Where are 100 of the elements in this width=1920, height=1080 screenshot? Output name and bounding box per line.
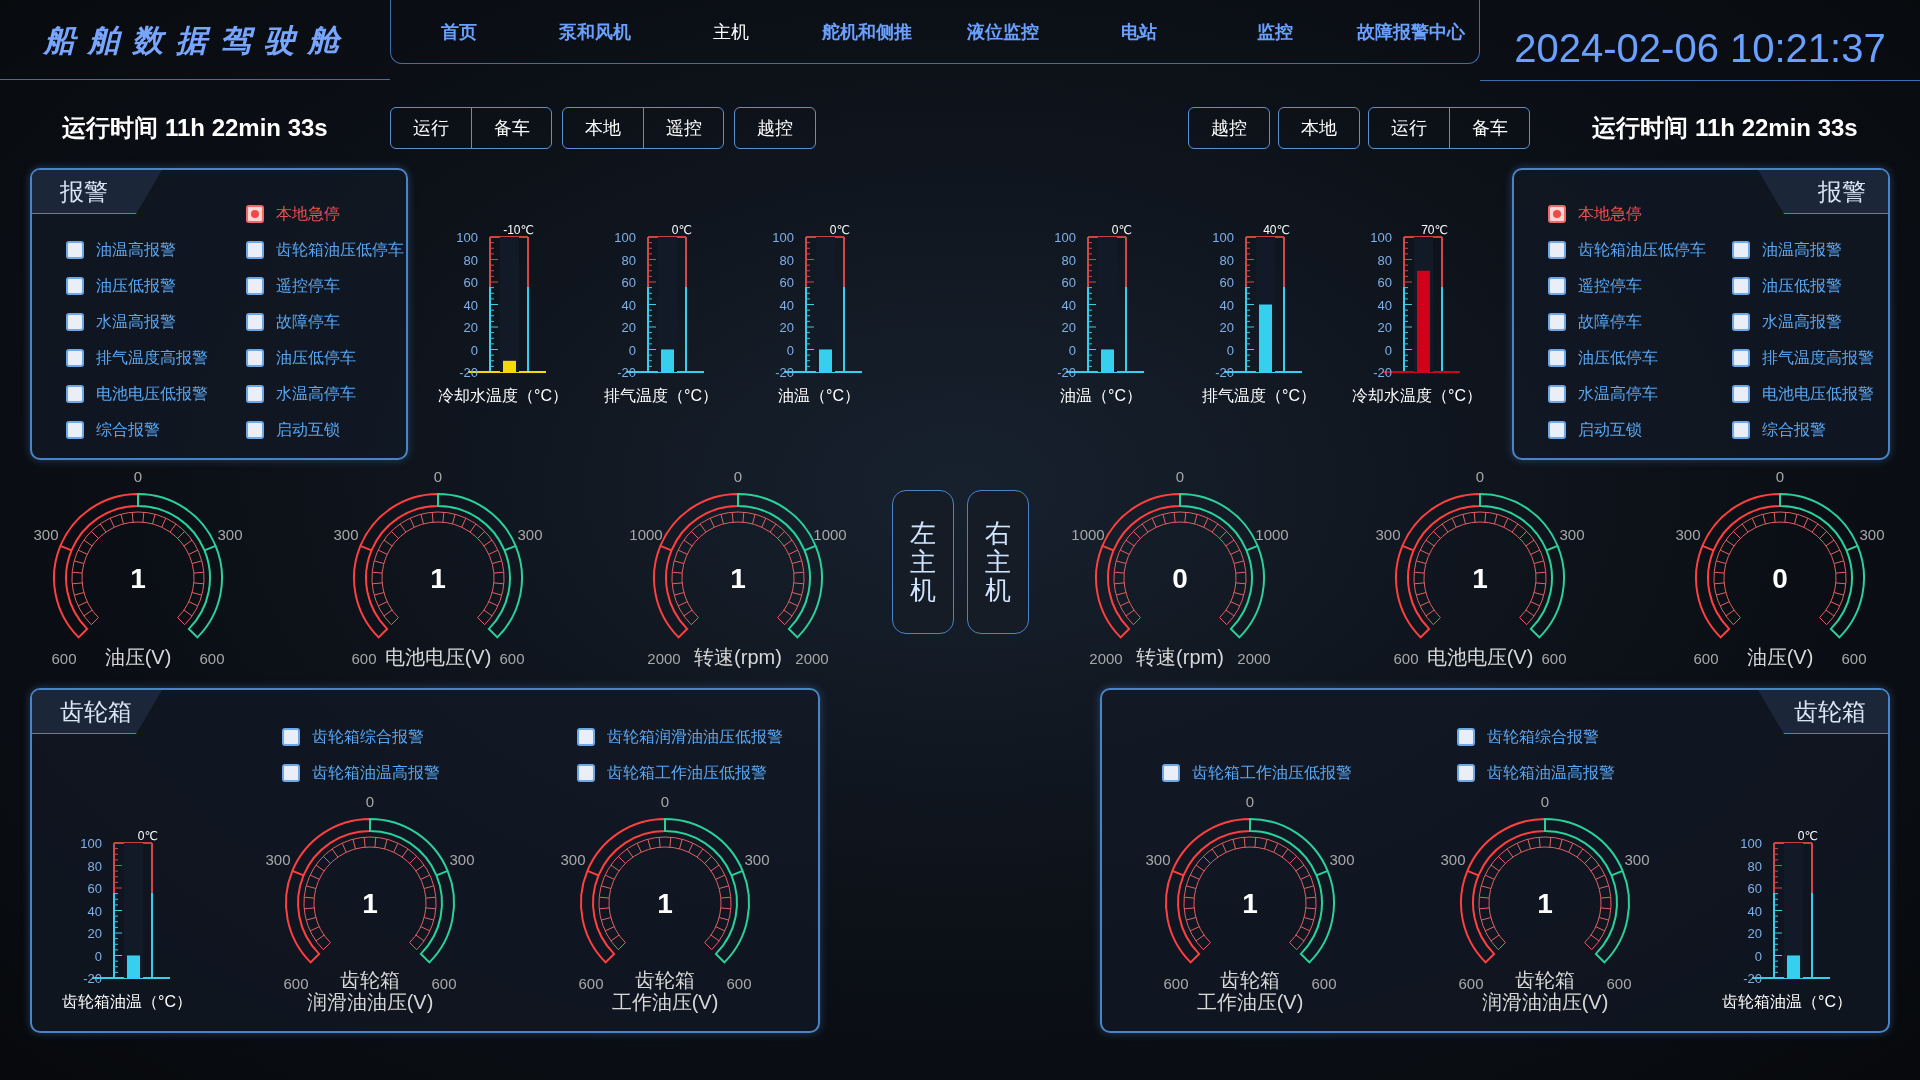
scale-label: 100	[614, 230, 636, 245]
checkbox[interactable]	[66, 349, 84, 367]
mode-button[interactable]: 越控	[735, 108, 815, 148]
mode-button[interactable]: 运行	[391, 108, 471, 148]
checkbox[interactable]	[66, 277, 84, 295]
checkbox[interactable]	[1732, 385, 1750, 403]
checkbox[interactable]	[1548, 313, 1566, 331]
tick-label: 600	[1693, 650, 1719, 667]
scale-label: 100	[1370, 230, 1392, 245]
nav-tab[interactable]: 故障报警中心	[1343, 19, 1479, 44]
scale-label: 20	[1061, 320, 1076, 335]
checkbox[interactable]	[246, 241, 264, 259]
scale-label: 80	[1377, 252, 1392, 268]
checkbox[interactable]	[282, 764, 300, 782]
tick-label: 2000	[647, 650, 681, 667]
scale-label: 0	[1384, 342, 1392, 358]
scale-label: 60	[463, 275, 478, 290]
thermometer-label: 冷却水温度（°C）	[1352, 386, 1482, 406]
alarm-label: 齿轮箱工作油压低报警	[1192, 762, 1352, 783]
checkbox[interactable]	[1162, 764, 1180, 782]
alarm-label: 遥控停车	[276, 275, 340, 296]
scale-label: 40	[1219, 297, 1234, 313]
checkbox[interactable]	[1457, 728, 1475, 746]
tick-label: 600	[283, 975, 308, 992]
temperature-reading: 0℃	[137, 829, 158, 843]
nav-tab[interactable]: 泵和风机	[527, 19, 663, 44]
alarm-label: 齿轮箱油温高报警	[312, 762, 440, 783]
alarm-label: 齿轮箱油压低停车	[276, 239, 404, 260]
scale-label: 60	[87, 881, 102, 896]
checkbox[interactable]	[1732, 241, 1750, 259]
alarm-label: 故障停车	[276, 311, 340, 332]
mode-button[interactable]: 备车	[1449, 108, 1529, 148]
gauge-label: 油压(V)	[104, 646, 172, 668]
checkbox[interactable]	[246, 385, 264, 403]
gauge-value: 1	[361, 888, 378, 919]
tick-label: 1000	[1071, 526, 1105, 543]
checkbox[interactable]	[1457, 764, 1475, 782]
scale-label: 20	[621, 320, 636, 335]
tick-label: 1000	[813, 526, 847, 543]
tick-label: 600	[1606, 975, 1631, 992]
checkbox[interactable]	[577, 728, 595, 746]
alarm-label: 本地急停	[1578, 203, 1642, 224]
checkbox[interactable]	[246, 205, 264, 223]
tick-label: 600	[578, 975, 603, 992]
mode-button[interactable]: 遥控	[643, 108, 723, 148]
checkbox[interactable]	[282, 728, 300, 746]
alarm-label: 水温高报警	[1762, 311, 1842, 332]
checkbox[interactable]	[1548, 349, 1566, 367]
checkbox[interactable]	[66, 421, 84, 439]
checkbox[interactable]	[1732, 277, 1750, 295]
mode-button[interactable]: 本地	[563, 108, 643, 148]
tick-label: 2000	[1089, 650, 1123, 667]
checkbox[interactable]	[1548, 385, 1566, 403]
alarm-label: 齿轮箱综合报警	[312, 726, 424, 747]
nav-tab[interactable]: 电站	[1071, 19, 1207, 44]
checkbox[interactable]	[1548, 205, 1566, 223]
scale-label: 60	[621, 275, 636, 290]
gauge-value: 1	[1472, 563, 1488, 594]
checkbox[interactable]	[1732, 421, 1750, 439]
checkbox[interactable]	[246, 313, 264, 331]
checkbox[interactable]	[246, 421, 264, 439]
mode-button[interactable]: 备车	[471, 108, 551, 148]
scale-label: 80	[1219, 252, 1234, 268]
scale-label: 80	[1061, 252, 1076, 268]
checkbox[interactable]	[246, 349, 264, 367]
nav-tab[interactable]: 首页	[391, 19, 527, 44]
checkbox[interactable]	[1548, 241, 1566, 259]
checkbox[interactable]	[1548, 277, 1566, 295]
panel-title: 报警	[1758, 170, 1888, 214]
scale-label: 40	[779, 297, 794, 313]
gauge-label: 转速(rpm)	[694, 646, 782, 668]
tick-label: 600	[431, 975, 456, 992]
scale-label: -20	[459, 365, 478, 380]
mode-button[interactable]: 本地	[1279, 108, 1359, 148]
gauge-title: 齿轮箱	[1514, 969, 1575, 991]
tick-label: 300	[1440, 851, 1465, 868]
checkbox[interactable]	[1732, 313, 1750, 331]
checkbox[interactable]	[66, 385, 84, 403]
mode-button[interactable]: 运行	[1369, 108, 1449, 148]
nav-tab[interactable]: 主机	[663, 19, 799, 44]
checkbox[interactable]	[1548, 421, 1566, 439]
checkbox[interactable]	[66, 313, 84, 331]
alarm-label: 齿轮箱工作油压低报警	[607, 762, 767, 783]
tick-label: 600	[1311, 975, 1336, 992]
checkbox[interactable]	[577, 764, 595, 782]
nav-tab[interactable]: 液位监控	[935, 19, 1071, 44]
mode-button[interactable]: 越控	[1189, 108, 1269, 148]
checkbox[interactable]	[66, 241, 84, 259]
alarm-label: 水温高停车	[276, 383, 356, 404]
scale-label: 0	[1754, 948, 1762, 964]
checkbox[interactable]	[246, 277, 264, 295]
scale-label: -20	[1743, 971, 1762, 986]
checkbox[interactable]	[1732, 349, 1750, 367]
tick-label: 2000	[1237, 650, 1271, 667]
nav-tab[interactable]: 舵机和侧推	[799, 19, 935, 44]
nav-tab[interactable]: 监控	[1207, 19, 1343, 44]
tick-label: 0	[1540, 793, 1549, 810]
temperature-reading: 70℃	[1421, 223, 1448, 237]
gauge-value: 0	[1772, 563, 1788, 594]
runtime-text: 运行时间 11h 22min 33s	[1591, 113, 1859, 143]
